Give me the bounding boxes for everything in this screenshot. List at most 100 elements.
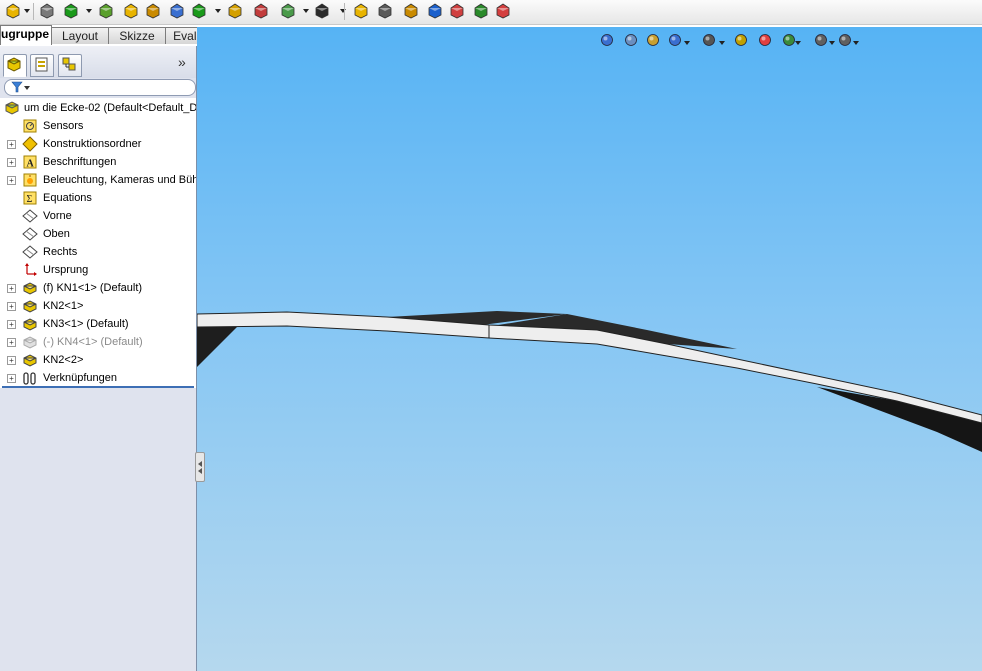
bill-of-materials-icon[interactable] xyxy=(252,2,270,20)
tree-item[interactable]: + A Beschriftungen xyxy=(0,153,196,171)
edit-appearance-icon[interactable] xyxy=(781,32,797,48)
mate-icon[interactable] xyxy=(38,2,56,20)
large-assembly-icon[interactable] xyxy=(494,2,512,20)
reference-geometry-icon[interactable] xyxy=(190,2,208,20)
hide-show-items-icon[interactable] xyxy=(757,32,773,48)
expand-toggle[interactable]: + xyxy=(7,374,16,383)
tree-item-label: Equations xyxy=(43,192,92,204)
new-motion-study-icon[interactable] xyxy=(226,2,244,20)
origin-icon xyxy=(22,262,38,278)
move-component-icon[interactable] xyxy=(122,2,140,20)
explode-line-icon[interactable] xyxy=(313,2,331,20)
section-view-icon[interactable] xyxy=(667,32,683,48)
dropdown-arrow-icon[interactable] xyxy=(86,9,92,13)
tree-item[interactable]: + KN2<2> xyxy=(0,351,196,369)
clearance-icon[interactable] xyxy=(376,2,394,20)
propertymanager-icon[interactable] xyxy=(30,54,54,77)
featuremanager-panel: » um die Ecke-02 (Default<Default_D Senso… xyxy=(0,46,197,671)
dropdown-arrow-icon[interactable] xyxy=(215,9,221,13)
zoom-to-fit-icon[interactable] xyxy=(599,32,615,48)
tree-item[interactable]: + KN3<1> (Default) xyxy=(0,315,196,333)
configurationmanager-icon[interactable] xyxy=(58,54,82,77)
zoom-to-area-icon[interactable] xyxy=(623,32,639,48)
tree-item[interactable]: + Konstruktionsordner xyxy=(0,135,196,153)
plane-icon xyxy=(22,208,38,224)
show-hidden-icon[interactable] xyxy=(144,2,162,20)
tree-item[interactable]: Rechts xyxy=(0,243,196,261)
tree-item-label: Vorne xyxy=(43,210,72,222)
tree-item[interactable]: Sensors xyxy=(0,117,196,135)
expand-toggle[interactable]: + xyxy=(7,140,16,149)
tree-item-label: (f) KN1<1> (Default) xyxy=(43,282,143,294)
tree-item-label: Beschriftungen xyxy=(43,156,117,168)
featuremanager-tree-icon[interactable] xyxy=(3,54,27,77)
smart-fasteners-icon[interactable] xyxy=(97,2,115,20)
instant3d-icon[interactable] xyxy=(472,2,490,20)
expand-toggle[interactable]: + xyxy=(7,158,16,167)
view-dropdown-arrow-icon[interactable] xyxy=(719,41,725,45)
tree-item[interactable]: Vorne xyxy=(0,207,196,225)
dropdown-arrow-icon[interactable] xyxy=(303,9,309,13)
equations-icon: Σ xyxy=(22,190,38,206)
view-dropdown-arrow-icon[interactable] xyxy=(853,41,859,45)
tree-root-assembly[interactable]: um die Ecke-02 (Default<Default_D xyxy=(0,99,196,117)
hole-alignment-icon[interactable] xyxy=(402,2,420,20)
insert-component-icon[interactable] xyxy=(4,2,22,20)
tree-item-label: Rechts xyxy=(43,246,78,258)
expand-panel-button[interactable]: » xyxy=(178,54,186,70)
plane-icon xyxy=(22,226,38,242)
exploded-view-icon[interactable] xyxy=(279,2,297,20)
tree-item[interactable]: Oben xyxy=(0,225,196,243)
tree-end-divider xyxy=(2,386,194,388)
svg-text:A: A xyxy=(27,159,35,170)
apply-scene-icon[interactable] xyxy=(813,32,829,48)
panel-tabs: » xyxy=(0,46,196,78)
expand-toggle[interactable]: + xyxy=(7,284,16,293)
expand-toggle[interactable]: + xyxy=(7,302,16,311)
view-orientation-icon[interactable] xyxy=(701,32,717,48)
filter-input[interactable] xyxy=(4,79,196,96)
panel-resize-handle[interactable] xyxy=(195,452,205,482)
assembly-icon xyxy=(4,100,20,116)
part-icon xyxy=(22,316,38,332)
model-geometry[interactable] xyxy=(197,27,982,671)
tab-assembly[interactable]: ugruppe xyxy=(0,25,52,45)
tree-item-label: Konstruktionsordner xyxy=(43,138,142,150)
graphics-viewport[interactable] xyxy=(197,27,982,671)
dropdown-arrow-icon[interactable] xyxy=(24,9,30,13)
view-dropdown-arrow-icon[interactable] xyxy=(829,41,835,45)
tree-item[interactable]: + (f) KN1<1> (Default) xyxy=(0,279,196,297)
tree-item[interactable]: + (-) KN4<1> (Default) xyxy=(0,333,196,351)
linear-pattern-icon[interactable] xyxy=(62,2,80,20)
expand-toggle[interactable]: + xyxy=(7,356,16,365)
expand-toggle[interactable]: + xyxy=(7,176,16,185)
view-dropdown-arrow-icon[interactable] xyxy=(795,41,801,45)
tree-item[interactable]: Σ Equations xyxy=(0,189,196,207)
interference-detection-icon[interactable] xyxy=(352,2,370,20)
tree-item[interactable]: Ursprung xyxy=(0,261,196,279)
tab-sketch[interactable]: Skizze xyxy=(108,27,166,44)
tree-item-label: KN3<1> (Default) xyxy=(43,318,129,330)
tree-item[interactable]: + Verknüpfungen xyxy=(0,369,196,387)
assembly-features-icon[interactable] xyxy=(168,2,186,20)
toolbar-separator xyxy=(33,3,34,20)
measure-icon[interactable] xyxy=(426,2,444,20)
filter-icon[interactable] xyxy=(11,81,31,96)
expand-toggle[interactable]: + xyxy=(7,320,16,329)
tree-item[interactable]: + KN2<1> xyxy=(0,297,196,315)
expand-toggle[interactable]: + xyxy=(7,338,16,347)
dropdown-arrow-icon[interactable] xyxy=(340,9,346,13)
tree-item[interactable]: + Beleuchtung, Kameras und Bühr xyxy=(0,171,196,189)
view-settings-icon[interactable] xyxy=(837,32,853,48)
tab-layout[interactable]: Layout xyxy=(51,27,109,44)
part-icon xyxy=(22,334,38,350)
mass-properties-icon[interactable] xyxy=(448,2,466,20)
tree-item-label: um die Ecke-02 (Default<Default_D xyxy=(24,102,196,114)
tree-item-label: Ursprung xyxy=(43,264,89,276)
tab-label: Skizze xyxy=(119,29,155,43)
display-style-icon[interactable] xyxy=(733,32,749,48)
view-dropdown-arrow-icon[interactable] xyxy=(684,41,690,45)
part-icon xyxy=(22,352,38,368)
svg-text:Σ: Σ xyxy=(27,194,33,205)
previous-view-icon[interactable] xyxy=(645,32,661,48)
